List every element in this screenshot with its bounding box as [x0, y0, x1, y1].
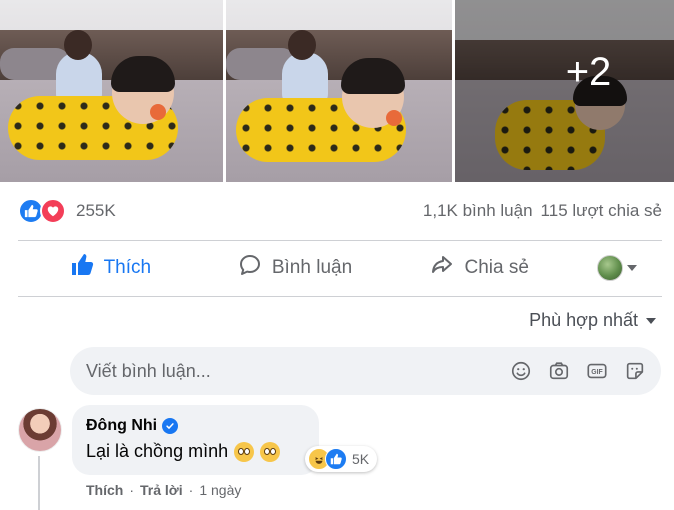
photo-3[interactable]: +2: [455, 0, 674, 182]
sort-label: Phù hợp nhất: [529, 310, 638, 330]
divider: [18, 240, 662, 241]
like-label: Thích: [103, 257, 152, 278]
pacifier: [150, 104, 166, 120]
reaction-summary[interactable]: 255K: [18, 198, 116, 224]
comment-actions: Thích · Trả lời · 1 ngày: [86, 482, 241, 498]
chevron-down-icon: [646, 317, 656, 324]
like-button[interactable]: Thích: [18, 246, 203, 290]
share-count[interactable]: 115 lượt chia sẻ: [541, 201, 662, 221]
comment-author-row: Đông Nhi: [86, 417, 305, 435]
more-photos-overlay[interactable]: +2: [455, 0, 674, 182]
post-as-selector[interactable]: [572, 246, 662, 290]
pacifier: [386, 110, 402, 126]
comment-reply-link[interactable]: Trả lời: [140, 482, 183, 498]
separator: ·: [129, 482, 135, 498]
comment-timestamp[interactable]: 1 ngày: [199, 482, 241, 498]
photo-scene: [0, 0, 223, 182]
like-reaction-icon: [325, 448, 347, 470]
post-actions: Thích Bình luận Chia sẻ: [18, 242, 662, 294]
verified-badge-icon: [162, 418, 179, 434]
reaction-count: 255K: [76, 201, 116, 220]
comment-sort-dropdown[interactable]: Phù hợp nhất: [529, 310, 656, 331]
photo-scene: [226, 0, 452, 182]
love-reaction-icon: [40, 198, 66, 224]
comment-author[interactable]: Đông Nhi: [86, 417, 157, 435]
eye-roll-emoji-icon: [260, 441, 281, 462]
separator: ·: [188, 482, 194, 498]
avatar: [597, 255, 624, 281]
camera-icon[interactable]: [547, 359, 571, 383]
svg-text:GIF: GIF: [591, 369, 602, 376]
share-arrow-icon: [430, 253, 454, 283]
emoji-icon[interactable]: [509, 359, 533, 383]
comment-text: Lại là chồng mình: [86, 441, 229, 461]
comment-input-placeholder: Viết bình luận...: [86, 360, 211, 381]
photo-grid: +2: [0, 0, 674, 182]
comment-button[interactable]: Bình luận: [203, 246, 388, 290]
comment-bubble: Đông Nhi Lại là chồng mình: [72, 405, 319, 475]
engagement-counts: 1,1K bình luận 115 lượt chia sẻ: [423, 201, 662, 221]
photo-1[interactable]: [0, 0, 223, 182]
person-head: [288, 30, 316, 60]
reply-thread-line: [38, 456, 40, 510]
comment-label: Bình luận: [271, 257, 353, 278]
speech-bubble-icon: [238, 253, 262, 283]
sticker-icon[interactable]: [623, 359, 647, 383]
comment-count[interactable]: 1,1K bình luận: [423, 201, 533, 221]
comment-like-link[interactable]: Thích: [86, 482, 123, 498]
comment-reaction-count: 5K: [352, 451, 370, 467]
commenter-avatar[interactable]: [18, 408, 62, 452]
share-label: Chia sẻ: [464, 257, 529, 278]
composer-tools: GIF: [509, 359, 647, 383]
more-photos-count: +2: [565, 49, 612, 94]
comment-input[interactable]: Viết bình luận... GIF: [70, 347, 661, 395]
photo-2[interactable]: [226, 0, 452, 182]
thumbs-up-icon: [70, 253, 94, 283]
chevron-down-icon: [627, 265, 638, 271]
comment-reactions[interactable]: 5K: [305, 446, 378, 472]
share-button[interactable]: Chia sẻ: [387, 246, 572, 290]
comment-text-row: Lại là chồng mình: [86, 441, 305, 462]
divider: [18, 296, 662, 297]
person-head: [64, 30, 92, 60]
gif-icon[interactable]: GIF: [585, 359, 609, 383]
eye-roll-emoji-icon: [234, 441, 255, 462]
post-stats: 255K 1,1K bình luận 115 lượt chia sẻ: [18, 196, 662, 226]
